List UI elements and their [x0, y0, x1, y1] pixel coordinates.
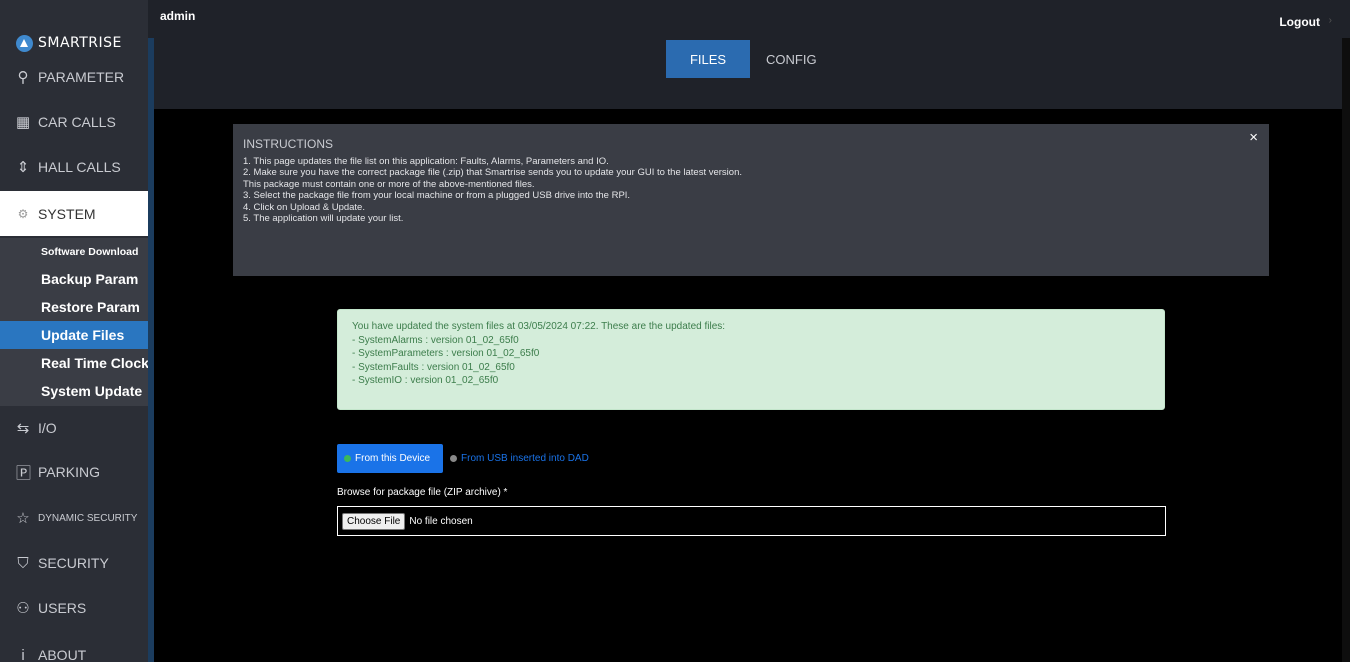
star-icon: ☆	[16, 510, 30, 527]
tab-config[interactable]: CONFIG	[766, 40, 817, 78]
sidebar-item-label: CAR CALLS	[38, 114, 116, 130]
sidebar-scroll-edge	[148, 38, 154, 662]
gear-icon: ⚙	[17, 206, 29, 221]
system-submenu: Software Download Backup Param Restore P…	[0, 238, 149, 406]
instruction-line: 2. Make sure you have the correct packag…	[243, 167, 742, 179]
file-status: No file chosen	[409, 515, 473, 527]
sidebar-item-parameter[interactable]: ⚲ PARAMETER	[0, 64, 148, 90]
alert-line: - SystemAlarms : version 01_02_65f0	[352, 334, 519, 346]
instruction-line: 3. Select the package file from your loc…	[243, 190, 631, 202]
alert-line: - SystemParameters : version 01_02_65f0	[352, 348, 540, 359]
success-alert: You have updated the system files at 03/…	[337, 309, 1165, 410]
sidebar-item-users[interactable]: ⚇ USERS	[0, 594, 148, 622]
submenu-software-download[interactable]: Software Download	[0, 238, 148, 266]
submenu-update-files[interactable]: Update Files	[0, 321, 148, 349]
sidebar-item-label: PARAMETER	[38, 69, 125, 85]
smartrise-logo: SMARTRISE	[16, 33, 122, 53]
sidebar-item-label: DYNAMIC SECURITY	[38, 512, 138, 524]
car-calls-icon: ▦	[16, 114, 31, 131]
right-scroll-track	[1342, 38, 1350, 662]
instructions-title: INSTRUCTIONS	[243, 137, 333, 151]
sidebar-item-label: ABOUT	[38, 647, 87, 662]
instruction-line: 5. The application will update your list…	[243, 213, 404, 225]
submenu-backup-param[interactable]: Backup Param	[0, 265, 148, 293]
sidebar-item-label: HALL CALLS	[38, 159, 121, 175]
sidebar-item-about[interactable]: i ABOUT	[0, 641, 148, 662]
sidebar-item-parking[interactable]: 🄿 PARKING	[0, 458, 148, 486]
sidebar-item-label: SECURITY	[38, 555, 109, 571]
from-usb-label: From USB inserted into DAD	[461, 453, 589, 464]
radio-unselected-icon	[450, 455, 457, 462]
logo-text: SMARTRISE	[38, 35, 122, 51]
sidebar-item-io[interactable]: ⇆ I/O	[0, 414, 148, 442]
alert-line: You have updated the system files at 03/…	[352, 321, 726, 332]
from-device-label: From this Device	[355, 453, 431, 464]
file-input[interactable]: Choose File No file chosen	[337, 506, 1166, 536]
hall-calls-icon: ⇕	[16, 159, 30, 176]
sidebar-item-label: I/O	[38, 420, 57, 436]
sidebar-item-system[interactable]: ⚙ SYSTEM	[0, 191, 148, 236]
io-icon: ⇆	[16, 420, 30, 437]
user-name: admin	[160, 9, 196, 23]
sidebar-item-label: SYSTEM	[38, 205, 96, 222]
logout-button[interactable]: Logout	[1279, 15, 1320, 29]
sidebar-item-car-calls[interactable]: ▦ CAR CALLS	[0, 108, 148, 136]
sidebar: SMARTRISE ⚲ PARAMETER ▦ CAR CALLS ⇕ HALL…	[0, 0, 149, 662]
sidebar-item-dynamic-security[interactable]: ☆ DYNAMIC SECURITY	[0, 504, 148, 532]
users-icon: ⚇	[16, 600, 30, 617]
chevron-right-icon: ›	[1328, 15, 1332, 26]
submenu-real-time-clock[interactable]: Real Time Clock	[0, 349, 149, 377]
alert-line: - SystemFaults : version 01_02_65f0	[352, 361, 515, 373]
logo-mark-icon	[16, 34, 33, 52]
parking-icon: 🄿	[16, 464, 32, 482]
radio-selected-icon	[344, 455, 351, 462]
instruction-line: This package must contain one or more of…	[243, 178, 535, 190]
sidebar-item-label: PARKING	[38, 464, 100, 480]
submenu-restore-param[interactable]: Restore Param	[0, 293, 148, 321]
sidebar-item-security[interactable]: ⛉ SECURITY	[0, 549, 148, 577]
from-device-radio[interactable]: From this Device	[337, 444, 443, 473]
tab-files[interactable]: FILES	[666, 40, 750, 78]
submenu-system-update[interactable]: System Update	[0, 377, 148, 405]
close-icon[interactable]: ×	[1249, 129, 1258, 146]
info-icon: i	[21, 646, 25, 662]
instructions-panel: INSTRUCTIONS 1. This page updates the fi…	[233, 124, 1269, 276]
sidebar-item-hall-calls[interactable]: ⇕ HALL CALLS	[0, 153, 148, 181]
shield-icon: ⛉	[17, 554, 29, 572]
top-bar: admin Logout ›	[0, 0, 1350, 38]
parameter-icon: ⚲	[17, 69, 29, 86]
alert-line: - SystemIO : version 01_02_65f0	[352, 375, 499, 386]
instruction-line: 4. Click on Upload & Update.	[243, 201, 365, 213]
choose-file-button[interactable]: Choose File	[342, 512, 406, 530]
browse-label: Browse for package file (ZIP archive) *	[337, 487, 508, 498]
sidebar-item-label: USERS	[38, 600, 87, 616]
from-usb-radio[interactable]: From USB inserted into DAD	[450, 453, 589, 464]
instruction-line: 1. This page updates the file list on th…	[243, 156, 609, 167]
